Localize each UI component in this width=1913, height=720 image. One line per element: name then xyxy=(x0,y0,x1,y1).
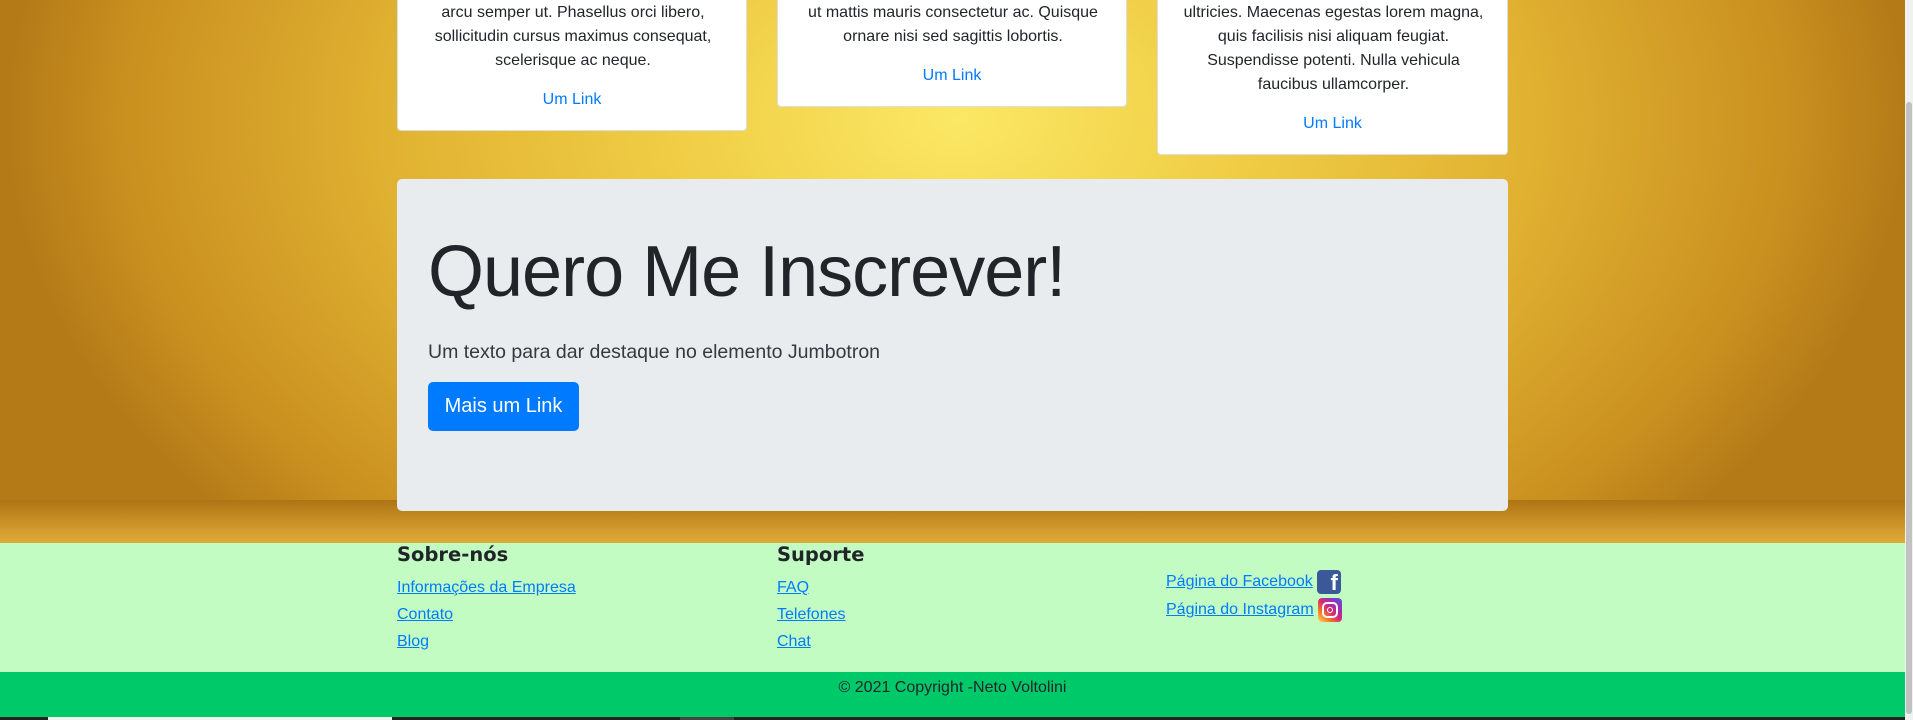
card-3-text: ultricies. Maecenas egestas lorem magna,… xyxy=(1183,4,1484,93)
card-3: ultricies. Maecenas egestas lorem magna,… xyxy=(1157,0,1508,155)
instagram-page-link[interactable]: Página do Instagram xyxy=(1166,598,1342,622)
footer-support-heading: Suporte xyxy=(777,543,865,566)
facebook-page-label: Página do Facebook xyxy=(1166,573,1313,590)
footer-link-chat[interactable]: Chat xyxy=(777,633,811,651)
footer-link-phones[interactable]: Telefones xyxy=(777,606,846,624)
card-2-link[interactable]: Um Link xyxy=(778,64,1126,88)
card-1-link[interactable]: Um Link xyxy=(398,88,746,112)
instagram-icon xyxy=(1317,598,1342,622)
copyright-bar: © 2021 Copyright -Neto Voltolini xyxy=(0,672,1905,717)
facebook-page-link[interactable]: Página do Facebook f xyxy=(1166,570,1341,595)
footer-link-contact[interactable]: Contato xyxy=(397,606,453,624)
footer: Sobre-nós Informações da Empresa Contato… xyxy=(0,543,1905,672)
card-1: arcu semper ut. Phasellus orci libero, s… xyxy=(397,0,747,131)
card-1-text: arcu semper ut. Phasellus orci libero, s… xyxy=(434,4,712,69)
scrollbar[interactable] xyxy=(1905,0,1913,720)
jumbotron-title: Quero Me Inscrever! xyxy=(428,232,1066,312)
footer-link-blog[interactable]: Blog xyxy=(397,633,429,651)
footer-link-company-info[interactable]: Informações da Empresa xyxy=(397,579,576,597)
jumbotron-button[interactable]: Mais um Link xyxy=(428,382,579,431)
card-2: ut mattis mauris consectetur ac. Quisque… xyxy=(777,0,1127,107)
scrollbar-thumb[interactable] xyxy=(1906,102,1912,714)
jumbotron: Quero Me Inscrever! Um texto para dar de… xyxy=(397,179,1508,511)
card-3-link[interactable]: Um Link xyxy=(1158,112,1507,136)
jumbotron-lead: Um texto para dar destaque no elemento J… xyxy=(428,341,881,363)
footer-about-heading: Sobre-nós xyxy=(397,543,509,566)
footer-link-faq[interactable]: FAQ xyxy=(777,579,809,597)
copyright-text: © 2021 Copyright -Neto Voltolini xyxy=(838,679,1067,696)
instagram-page-label: Página do Instagram xyxy=(1166,601,1314,618)
card-2-text: ut mattis mauris consectetur ac. Quisque… xyxy=(808,4,1098,45)
facebook-icon: f xyxy=(1316,570,1341,595)
